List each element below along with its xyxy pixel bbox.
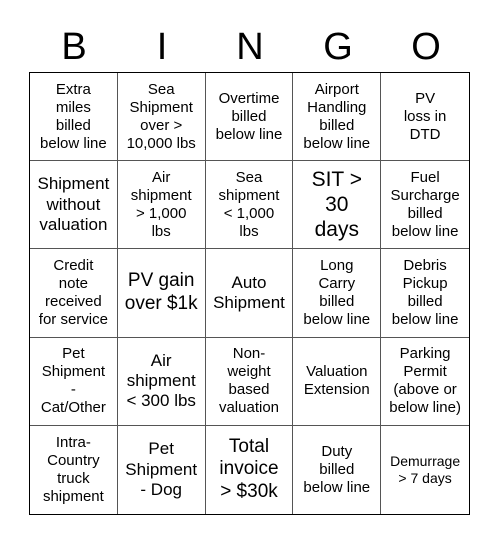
bingo-card-grid: Extra miles billed below line Sea Shipme… — [29, 72, 470, 515]
bingo-cell[interactable]: PV loss in DTD — [381, 73, 469, 162]
header-letter-n: N — [236, 26, 264, 68]
bingo-cell[interactable]: PV gain over $1k — [117, 249, 206, 338]
bingo-cell[interactable]: Total invoice > $30k — [206, 425, 294, 514]
bingo-cell[interactable]: Parking Permit (above or below line) — [381, 338, 469, 426]
bingo-cell[interactable]: Non- weight based valuation — [205, 337, 294, 426]
bingo-cell[interactable]: Valuation Extension — [293, 337, 382, 426]
bingo-cell[interactable]: Overtime billed below line — [205, 73, 294, 162]
bingo-cell[interactable]: Demurrage > 7 days — [381, 426, 469, 514]
header-letter-b: B — [61, 26, 87, 68]
bingo-cell[interactable]: Airport Handling billed below line — [293, 73, 382, 162]
header-letter-o: O — [411, 26, 441, 68]
bingo-header: B I N G O — [30, 22, 470, 72]
bingo-cell[interactable]: Extra miles billed below line — [30, 73, 118, 162]
bingo-cell[interactable]: Debris Pickup billed below line — [381, 249, 469, 338]
bingo-cell[interactable]: Duty billed below line — [293, 425, 382, 514]
bingo-cell[interactable]: Sea shipment < 1,000 lbs — [205, 161, 294, 250]
bingo-cell[interactable]: Pet Shipment - Cat/Other — [30, 337, 118, 426]
bingo-cell[interactable]: Credit note received for service — [30, 249, 118, 338]
header-letter-g: G — [323, 26, 353, 68]
header-letter-i: I — [156, 26, 168, 68]
bingo-cell[interactable]: Long Carry billed below line — [293, 249, 382, 338]
bingo-cell[interactable]: Sea Shipment over > 10,000 lbs — [117, 73, 206, 162]
bingo-cell[interactable]: Auto Shipment — [205, 249, 294, 338]
bingo-cell[interactable]: Shipment without valuation — [30, 161, 118, 250]
bingo-cell[interactable]: Intra- Country truck shipment — [30, 425, 118, 514]
bingo-cell[interactable]: SIT > 30 days — [293, 161, 382, 250]
bingo-cell[interactable]: Air shipment > 1,000 lbs — [117, 161, 206, 250]
bingo-cell[interactable]: Air shipment < 300 lbs — [117, 337, 206, 426]
bingo-cell[interactable]: Fuel Surcharge billed below line — [381, 161, 469, 250]
bingo-cell[interactable]: Pet Shipment - Dog — [118, 425, 206, 514]
